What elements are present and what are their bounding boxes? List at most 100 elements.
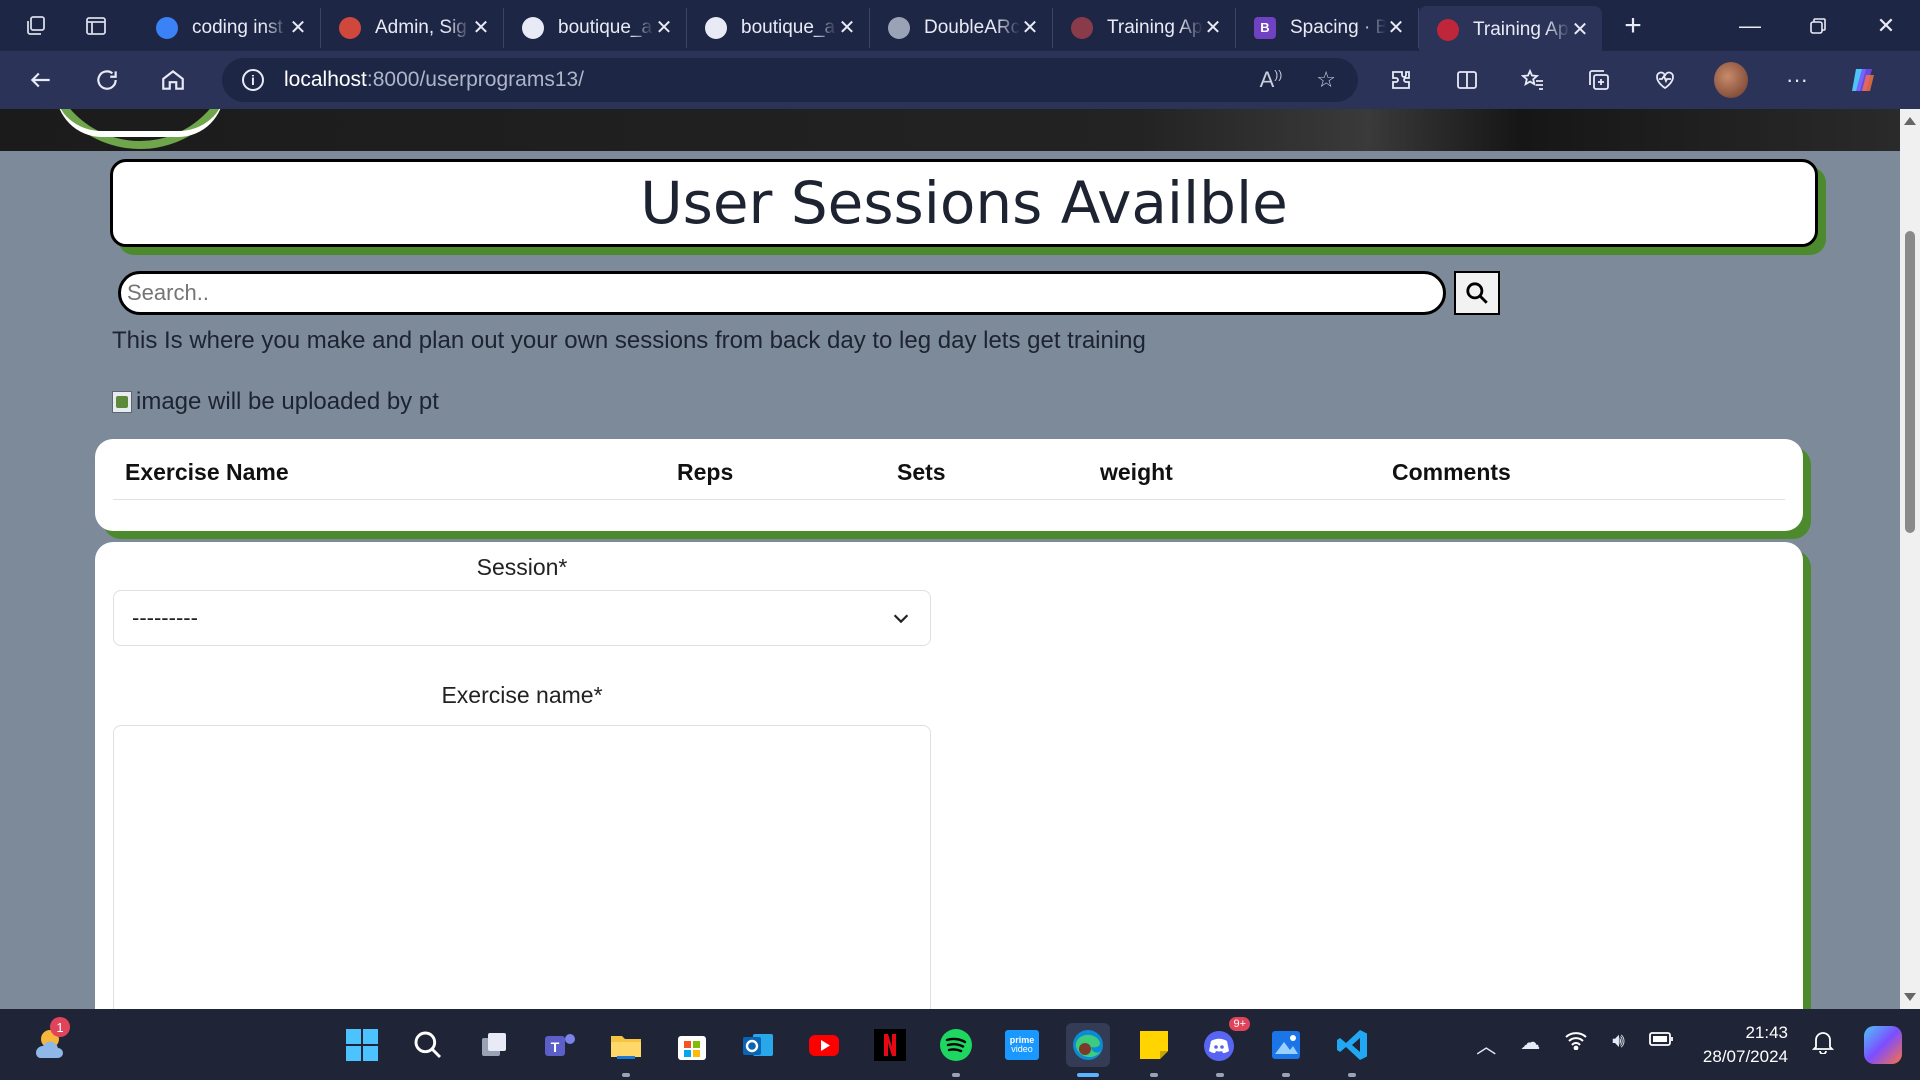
tab-label: boutique_a [741, 16, 836, 38]
page-title: User Sessions Availble [640, 169, 1288, 237]
browser-tab-4[interactable]: boutique_a ✕ [687, 7, 870, 48]
tab-label: boutique_a [558, 16, 653, 38]
new-tab-button[interactable]: + [1608, 6, 1658, 46]
copilot-taskbar-icon[interactable] [1864, 1025, 1902, 1064]
url-path: :8000/userprograms13/ [366, 68, 585, 91]
teams-icon[interactable]: T [538, 1023, 582, 1067]
vscode-icon[interactable] [1330, 1023, 1374, 1077]
column-header-exercise-name: Exercise Name [113, 447, 665, 500]
tab-label: coding inst [192, 16, 283, 38]
browser-tab-3[interactable]: boutique_a ✕ [504, 7, 687, 48]
extensions-icon[interactable] [1384, 63, 1418, 97]
exercise-table: Exercise Name Reps Sets weight Comments [113, 447, 1785, 500]
clock-time: 21:43 [1745, 1022, 1788, 1042]
tab-actions-menu-icon[interactable] [84, 14, 108, 38]
avatar [1714, 62, 1748, 98]
tab-close-icon[interactable]: ✕ [654, 15, 674, 40]
home-button[interactable] [148, 55, 198, 105]
back-button[interactable] [16, 55, 66, 105]
edge-browser-icon[interactable] [1066, 1022, 1110, 1077]
tab-label: Spacing · B [1290, 16, 1386, 38]
browser-essentials-icon[interactable] [1648, 63, 1682, 97]
page-scrollbar[interactable] [1900, 109, 1920, 1009]
tab-strip: coding inst ✕ Admin, Sig ✕ boutique_a ✕ boutiq… [138, 0, 1602, 53]
close-window-button[interactable]: ✕ [1852, 0, 1920, 51]
tab-close-icon[interactable]: ✕ [288, 15, 308, 40]
exercise-name-field[interactable] [113, 725, 931, 1009]
prime-video-icon[interactable]: prime video [1000, 1023, 1044, 1067]
file-explorer-icon[interactable] [604, 1023, 648, 1077]
browser-tab-8[interactable]: Training Ap ✕ [1419, 6, 1602, 53]
outlook-icon[interactable] [736, 1023, 780, 1067]
task-view-icon[interactable] [472, 1023, 516, 1067]
favorites-icon[interactable] [1516, 63, 1550, 97]
tray-icons: ︿ ☁ 🔊︎ [1476, 1030, 1675, 1059]
refresh-button[interactable] [82, 55, 132, 105]
tab-close-icon[interactable]: ✕ [1020, 15, 1040, 40]
system-clock[interactable]: 21:43 28/07/2024 [1703, 1021, 1788, 1069]
tab-label: Admin, Sig [375, 16, 467, 38]
tab-close-icon[interactable]: ✕ [1386, 15, 1406, 40]
title-card: User Sessions Availble [110, 159, 1818, 247]
volume-icon[interactable]: 🔊︎ [1612, 1030, 1625, 1059]
browser-tab-1[interactable]: coding inst ✕ [138, 7, 321, 48]
restore-button[interactable] [1784, 0, 1852, 51]
windows-taskbar: 1 T prime video 9+ ︿ ☁ 🔊︎ 21:43 28/07/20… [0, 1009, 1920, 1080]
profile-avatar[interactable] [1714, 62, 1748, 98]
youtube-icon[interactable] [802, 1023, 846, 1067]
notification-bell-icon[interactable] [1811, 1030, 1835, 1060]
sticky-notes-icon[interactable] [1132, 1023, 1176, 1077]
session-select-value: --------- [132, 605, 198, 630]
search-input[interactable] [118, 271, 1446, 315]
address-bar[interactable]: i localhost:8000/userprograms13/ A)) ☆ [222, 58, 1358, 102]
split-screen-icon[interactable] [1450, 63, 1484, 97]
spotify-icon[interactable] [934, 1023, 978, 1077]
scrollbar-thumb[interactable] [1905, 231, 1915, 533]
collections-icon[interactable] [1582, 63, 1616, 97]
window-controls: — ✕ [1716, 0, 1920, 51]
browser-toolbar: i localhost:8000/userprograms13/ A)) ☆ ·… [0, 51, 1920, 109]
scroll-up-arrow[interactable] [1904, 117, 1916, 125]
bing-icon [156, 16, 178, 39]
clock-date: 28/07/2024 [1702, 1046, 1788, 1066]
tab-actions [0, 0, 138, 51]
tab-close-icon[interactable]: ✕ [471, 15, 491, 40]
column-header-weight: weight [1088, 447, 1380, 500]
scroll-down-arrow[interactable] [1904, 993, 1916, 1001]
site-logo[interactable] [40, 109, 240, 149]
tab-close-icon[interactable]: ✕ [1570, 17, 1590, 42]
browser-tab-7[interactable]: B Spacing · B ✕ [1236, 7, 1419, 48]
browser-tab-6[interactable]: Training Ap ✕ [1053, 7, 1236, 48]
broken-image-icon [112, 391, 132, 413]
web-page: User Sessions Availble This Is where you… [0, 109, 1900, 1009]
discord-icon[interactable]: 9+ [1198, 1016, 1250, 1077]
site-info-icon[interactable]: i [242, 69, 264, 91]
workspaces-icon[interactable] [24, 14, 48, 38]
taskbar-search-icon[interactable] [406, 1023, 450, 1067]
show-hidden-icons-chevron-icon[interactable]: ︿ [1476, 1030, 1496, 1059]
battery-icon[interactable] [1649, 1030, 1675, 1059]
paint-app-icon[interactable] [1264, 1023, 1308, 1077]
browser-tab-5[interactable]: DoubleARc ✕ [870, 7, 1053, 48]
start-button[interactable] [340, 1023, 384, 1067]
more-options-icon[interactable]: ··· [1780, 63, 1814, 97]
session-select[interactable]: --------- [113, 590, 931, 646]
running-indicator [1077, 1072, 1099, 1077]
copilot-icon[interactable] [1846, 63, 1880, 97]
taskbar-apps: T prime video 9+ [340, 1009, 1374, 1080]
onedrive-icon[interactable]: ☁ [1520, 1030, 1540, 1059]
search-button[interactable] [1454, 271, 1500, 315]
exercise-table-card: Exercise Name Reps Sets weight Comments [95, 439, 1803, 531]
column-header-sets: Sets [885, 447, 1088, 500]
admin-icon [339, 16, 361, 39]
minimize-button[interactable]: — [1716, 0, 1784, 51]
tab-close-icon[interactable]: ✕ [837, 15, 857, 40]
tab-close-icon[interactable]: ✕ [1203, 15, 1223, 40]
microsoft-store-icon[interactable] [670, 1023, 714, 1067]
browser-tab-2[interactable]: Admin, Sig ✕ [321, 7, 504, 48]
wifi-icon[interactable] [1564, 1030, 1588, 1059]
read-aloud-icon[interactable]: A)) [1260, 67, 1283, 93]
favorite-star-icon[interactable]: ☆ [1316, 67, 1336, 93]
session-label: Session* [476, 554, 568, 580]
netflix-icon[interactable] [868, 1023, 912, 1067]
